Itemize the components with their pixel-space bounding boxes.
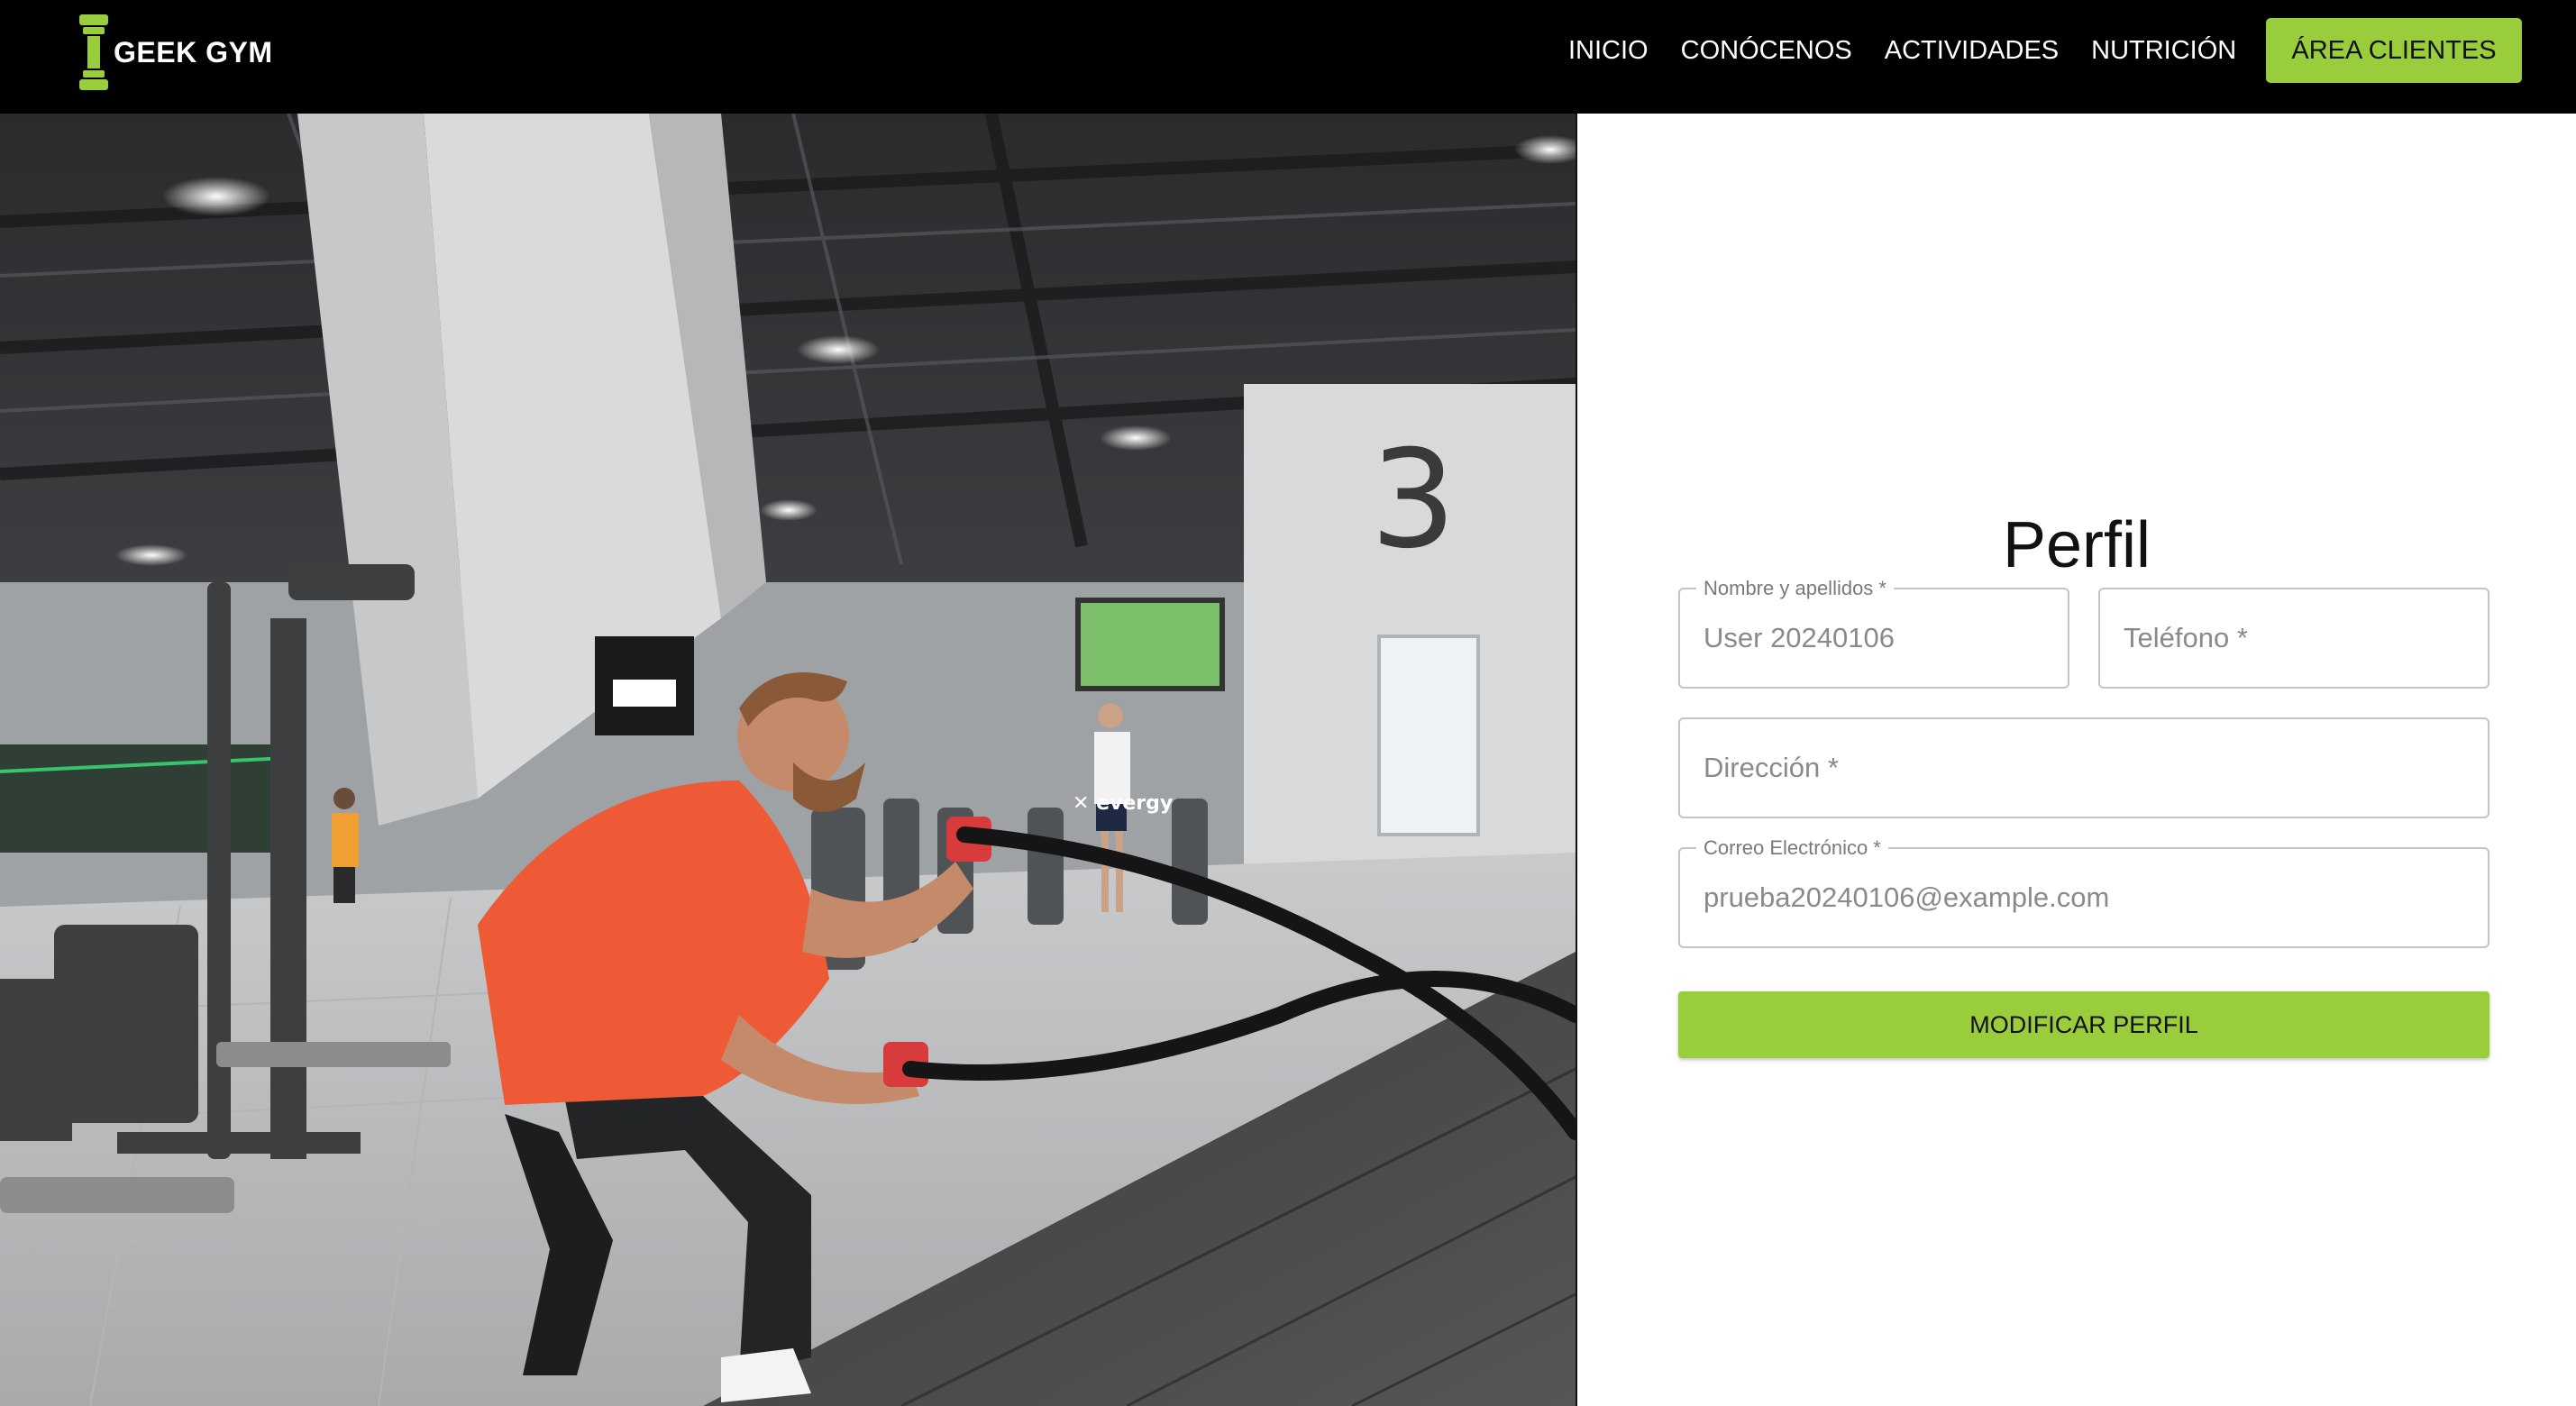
brand-logo[interactable]: GEEK GYM: [78, 14, 272, 90]
nav-item-nutricion[interactable]: NUTRICIÓN: [2091, 36, 2236, 66]
address-field-placeholder: Dirección *: [1704, 752, 1839, 783]
modificar-perfil-button[interactable]: MODIFICAR PERFIL: [1678, 991, 2489, 1058]
phone-field[interactable]: Teléfono *: [2098, 588, 2489, 689]
nav-item-conocenos[interactable]: CONÓCENOS: [1681, 36, 1852, 66]
email-field-value: prueba20240106@example.com: [1704, 881, 2110, 913]
name-field-value: User 20240106: [1704, 622, 1895, 653]
brand-name: GEEK GYM: [114, 35, 273, 68]
name-field[interactable]: Nombre y apellidos * User 20240106: [1678, 577, 2069, 689]
nav-item-inicio[interactable]: INICIO: [1568, 36, 1649, 66]
area-clientes-button[interactable]: ÁREA CLIENTES: [2266, 18, 2522, 83]
gym-photo-illustration: 3 ✕ evergy: [0, 114, 1576, 1406]
rope-brand: ✕ evergy: [1073, 792, 1173, 815]
nav-item-actividades[interactable]: ACTIVIDADES: [1885, 36, 2059, 66]
dumbbell-icon: [78, 14, 110, 90]
main-nav: INICIO CONÓCENOS ACTIVIDADES NUTRICIÓN: [1568, 0, 2236, 101]
profile-title: Perfil: [2002, 509, 2151, 582]
email-field[interactable]: Correo Electrónico * prueba20240106@exam…: [1678, 836, 2489, 948]
address-field[interactable]: Dirección *: [1678, 717, 2489, 818]
profile-panel: Perfil Nombre y apellidos * User 2024010…: [1577, 114, 2576, 1406]
top-navbar: GEEK GYM INICIO CONÓCENOS ACTIVIDADES NU…: [0, 0, 2576, 114]
phone-field-placeholder: Teléfono *: [2124, 622, 2248, 653]
gym-photo: 3 ✕ evergy: [0, 114, 1576, 1406]
zone-number: 3: [1370, 422, 1456, 579]
